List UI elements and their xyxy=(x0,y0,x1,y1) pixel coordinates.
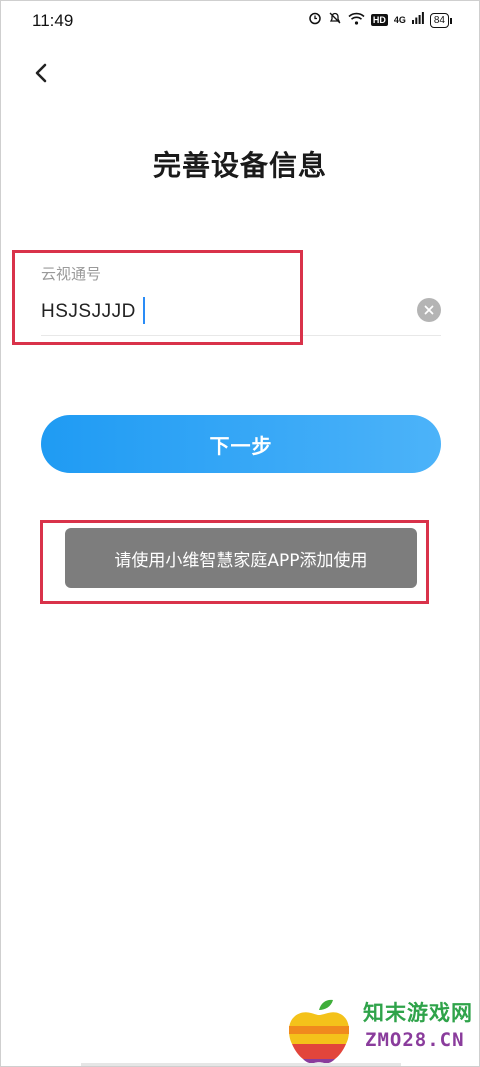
alarm-icon xyxy=(308,11,322,29)
status-bar: 11:49 HD 4G 84 xyxy=(1,1,479,41)
next-step-button[interactable]: 下一步 xyxy=(41,415,441,473)
watermark-title: 知末游戏网 xyxy=(363,1001,473,1025)
watermark: 知末游戏网 ZMO28.CN xyxy=(281,991,479,1066)
clear-circle-icon xyxy=(424,305,434,315)
mute-icon xyxy=(328,11,342,29)
screen: 11:49 HD 4G 84 完善设备信息 云视通号 下一步 xyxy=(0,0,480,1067)
network-type: 4G xyxy=(393,15,406,25)
status-time: 11:49 xyxy=(32,11,74,30)
page-title: 完善设备信息 xyxy=(152,149,327,182)
navigation-bar xyxy=(81,1063,401,1066)
status-icons: HD 4G 84 xyxy=(308,11,453,29)
chevron-left-icon xyxy=(35,63,47,83)
apple-logo-icon xyxy=(289,999,349,1064)
input-highlight-box xyxy=(12,250,303,345)
watermark-domain: ZMO28.CN xyxy=(365,1029,465,1051)
hd-badge: HD xyxy=(370,14,388,26)
wifi-icon xyxy=(348,12,365,29)
clear-input-button[interactable] xyxy=(417,298,441,322)
signal-icon xyxy=(411,12,424,28)
back-button[interactable] xyxy=(25,57,57,89)
battery-indicator: 84 xyxy=(429,12,453,28)
toast-highlight-box xyxy=(40,520,429,604)
